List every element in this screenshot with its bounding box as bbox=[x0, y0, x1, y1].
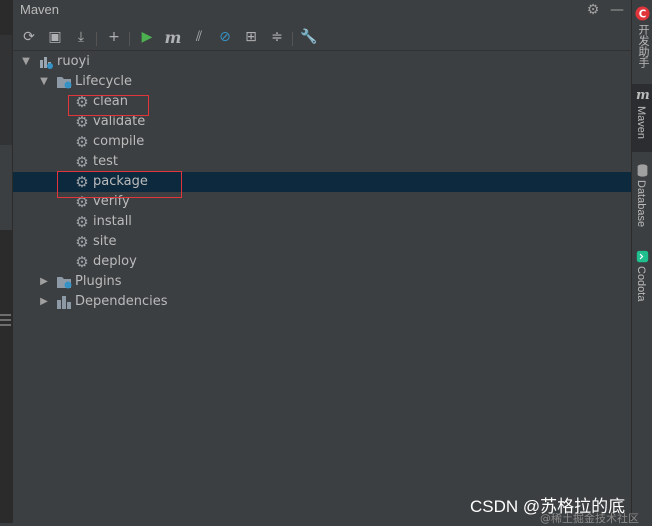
toolbar-separator bbox=[292, 32, 293, 46]
gear-icon: ⚙ bbox=[75, 253, 89, 271]
add-maven-project-button[interactable]: + bbox=[104, 28, 124, 46]
tab-codota[interactable]: Codota bbox=[632, 246, 652, 312]
skip-tests-button[interactable]: ⊘ bbox=[215, 28, 235, 46]
run-maven-build-button[interactable]: ▶ bbox=[137, 28, 157, 46]
gear-icon: ⚙ bbox=[75, 153, 89, 171]
show-dependencies-button[interactable]: ⊞ bbox=[241, 28, 261, 46]
generate-sources-button[interactable]: ▣ bbox=[45, 28, 65, 46]
goal-label: compile bbox=[93, 134, 145, 149]
tab-label: 开发助手 bbox=[637, 24, 649, 68]
maven-icon: m bbox=[636, 88, 650, 103]
gear-icon: ⚙ bbox=[75, 233, 89, 251]
tab-dev-assistant[interactable]: C 开发助手 bbox=[632, 4, 652, 80]
goal-label: validate bbox=[93, 114, 146, 129]
right-tool-strip: C 开发助手 m Maven Database Codota bbox=[631, 0, 652, 523]
download-sources-button[interactable]: ⤓ bbox=[71, 28, 91, 46]
tree-node-dependencies[interactable]: ▶ Dependencies bbox=[13, 292, 632, 312]
maven-module-icon bbox=[40, 57, 53, 69]
editor-gutter bbox=[0, 0, 12, 523]
goal-label: site bbox=[93, 234, 117, 249]
juejin-watermark: @稀土掘金技术社区 bbox=[540, 512, 639, 525]
lifecycle-folder-icon bbox=[57, 77, 72, 89]
dependencies-label: Dependencies bbox=[75, 294, 168, 309]
tool-window-header: Maven ⚙ — bbox=[13, 0, 632, 22]
gear-icon: ⚙ bbox=[75, 133, 89, 151]
plugins-label: Plugins bbox=[75, 274, 122, 289]
highlight-box-package bbox=[57, 171, 182, 198]
gear-icon[interactable]: ⚙ bbox=[585, 2, 601, 18]
svg-text:C: C bbox=[639, 8, 647, 20]
tree-node-project[interactable]: ▼ ruoyi bbox=[13, 52, 632, 72]
expand-arrow-icon[interactable]: ▶ bbox=[38, 295, 50, 309]
expand-arrow-icon[interactable]: ▶ bbox=[38, 275, 50, 289]
maven-toolbar: ⟳ ▣ ⤓ + ▶ m ⫽ ⊘ ⊞ ≑ 🔧 bbox=[13, 24, 632, 51]
tab-database[interactable]: Database bbox=[632, 160, 652, 236]
plugins-folder-icon bbox=[57, 277, 72, 289]
project-name: ruoyi bbox=[57, 54, 90, 69]
execute-maven-goal-button[interactable]: m bbox=[163, 28, 183, 47]
collapse-arrow-icon[interactable]: ▼ bbox=[20, 55, 32, 69]
goal-label: install bbox=[93, 214, 132, 229]
codota-icon bbox=[636, 250, 649, 263]
tab-label: Maven bbox=[635, 106, 647, 140]
lifecycle-label: Lifecycle bbox=[75, 74, 133, 89]
tree-node-plugins[interactable]: ▶ Plugins bbox=[13, 272, 632, 292]
toolbar-separator bbox=[129, 32, 130, 46]
gutter-panel bbox=[0, 35, 12, 145]
highlight-box-clean bbox=[68, 95, 149, 116]
gear-icon: ⚙ bbox=[75, 213, 89, 231]
menu-lines-icon[interactable] bbox=[0, 314, 11, 328]
goal-install[interactable]: ⚙ install bbox=[13, 212, 632, 232]
tree-node-lifecycle[interactable]: ▼ Lifecycle bbox=[13, 72, 632, 92]
toggle-offline-mode-button[interactable]: ⫽ bbox=[189, 28, 209, 46]
goal-compile[interactable]: ⚙ compile bbox=[13, 132, 632, 152]
tool-window-title: Maven bbox=[20, 2, 60, 17]
goal-label: deploy bbox=[93, 254, 137, 269]
tab-maven[interactable]: m Maven bbox=[632, 84, 652, 152]
c-logo-icon: C bbox=[635, 6, 650, 21]
goal-test[interactable]: ⚙ test bbox=[13, 152, 632, 172]
goal-deploy[interactable]: ⚙ deploy bbox=[13, 252, 632, 272]
toolbar-separator bbox=[96, 32, 97, 46]
tab-label: Codota bbox=[635, 266, 647, 302]
gutter-scroll-area bbox=[0, 145, 12, 230]
dependencies-icon bbox=[57, 296, 71, 309]
minimize-icon[interactable]: — bbox=[609, 2, 625, 18]
collapse-all-button[interactable]: ≑ bbox=[267, 28, 287, 46]
database-icon bbox=[637, 164, 648, 177]
goal-label: test bbox=[93, 154, 118, 169]
collapse-arrow-icon[interactable]: ▼ bbox=[38, 75, 50, 89]
maven-tool-window: Maven ⚙ — ⟳ ▣ ⤓ + ▶ m ⫽ ⊘ ⊞ ≑ 🔧 ▼ ruoyi … bbox=[12, 0, 632, 523]
maven-settings-button[interactable]: 🔧 bbox=[299, 28, 319, 46]
reload-all-projects-button[interactable]: ⟳ bbox=[19, 28, 39, 46]
goal-site[interactable]: ⚙ site bbox=[13, 232, 632, 252]
tab-label: Database bbox=[635, 180, 647, 228]
